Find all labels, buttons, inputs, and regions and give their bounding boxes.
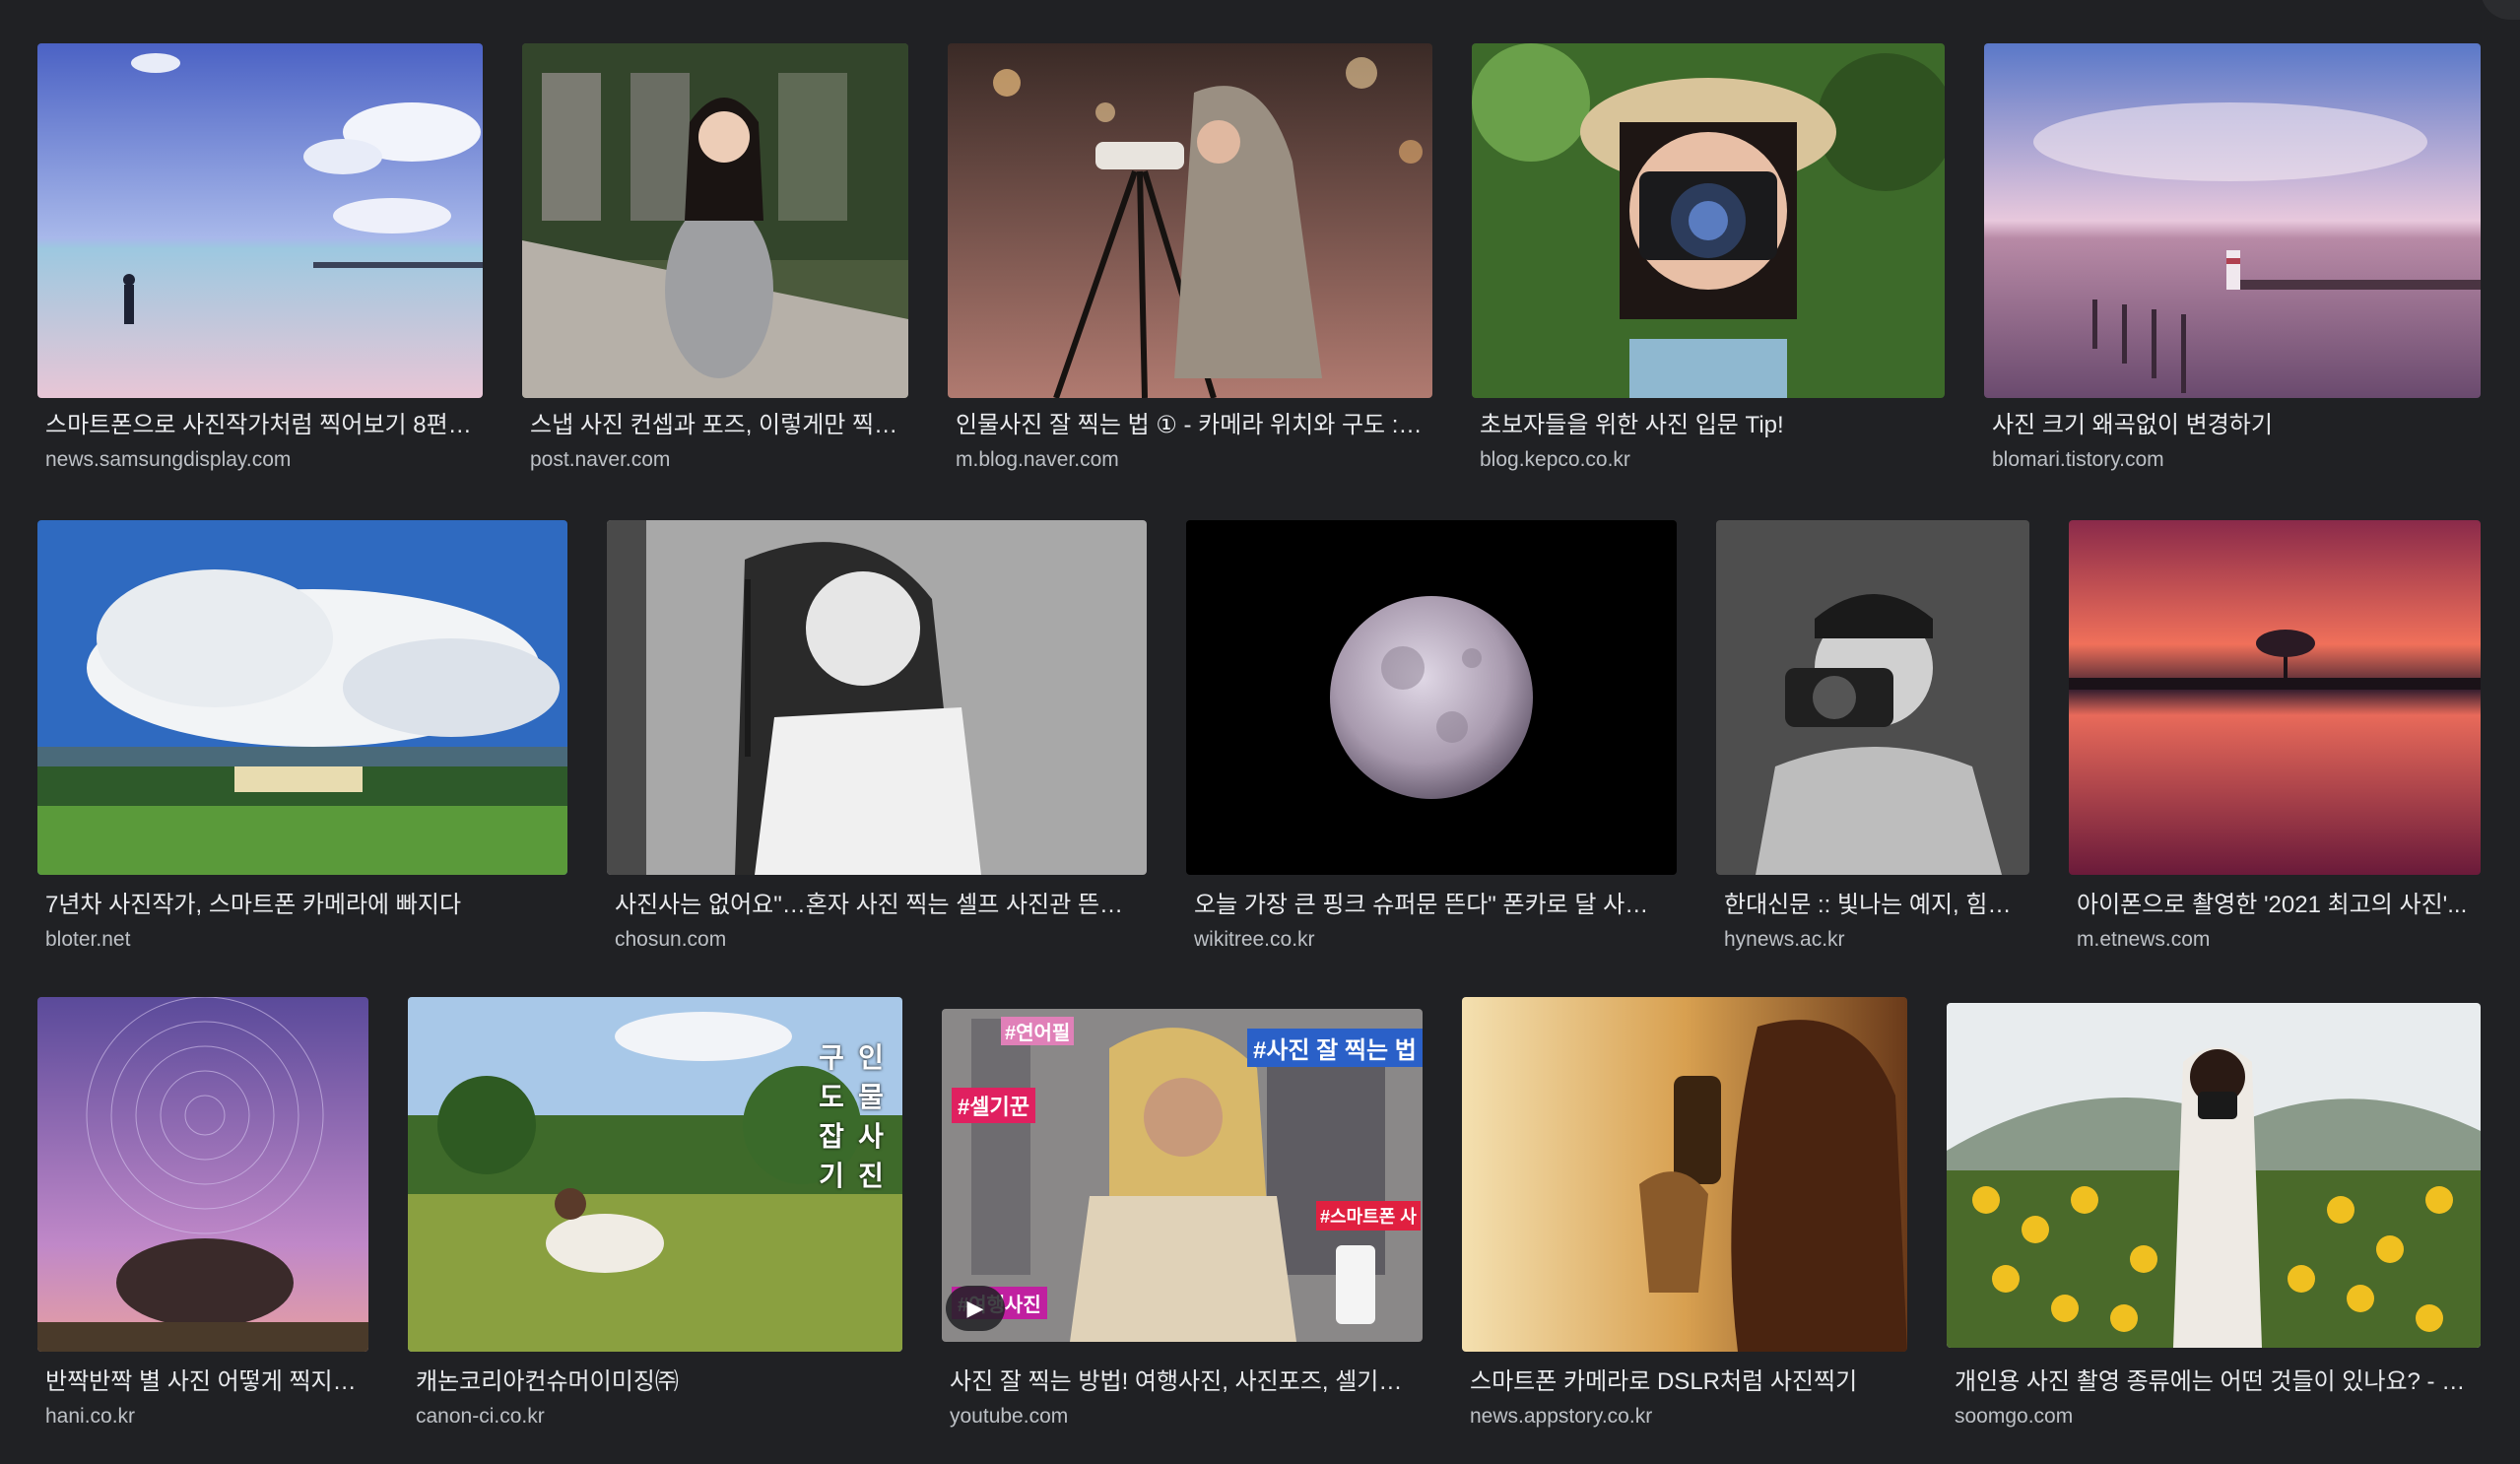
result-source[interactable]: m.blog.naver.com	[956, 447, 1425, 473]
caption-char: 사	[858, 1121, 884, 1152]
result-title[interactable]: 아이폰으로 촬영한 '2021 최고의 사진'...	[2077, 891, 2473, 920]
image-result[interactable]: 오늘 가장 큰 핑크 슈퍼문 뜬다" 폰카로 달 사진 ... wikitree…	[1186, 520, 1677, 958]
result-thumbnail[interactable]	[1947, 1003, 2481, 1348]
result-title[interactable]: 오늘 가장 큰 핑크 슈퍼문 뜬다" 폰카로 달 사진 ...	[1194, 891, 1669, 920]
image-result[interactable]: 스냅 사진 컨셉과 포즈, 이렇게만 찍으... post.naver.com	[522, 43, 908, 477]
result-thumbnail[interactable]	[37, 997, 368, 1352]
result-thumbnail[interactable]	[522, 43, 908, 398]
thumb-tag: #연어필	[1001, 1017, 1075, 1045]
image-result[interactable]: 사진사는 없어요"…혼자 사진 찍는 셀프 사진관 뜬다 - ... chosu…	[607, 520, 1147, 958]
corner-menu-shape	[2481, 0, 2520, 20]
result-thumbnail[interactable]	[1984, 43, 2481, 398]
caption-char: 구	[819, 1042, 844, 1073]
result-title[interactable]: 사진 잘 찍는 방법! 여행사진, 사진포즈, 셀기꾼, ...	[950, 1367, 1415, 1397]
result-source[interactable]: post.naver.com	[530, 447, 900, 473]
image-result[interactable]: 인물사진 잘 찍는 법 ① - 카메라 위치와 구도 : 네... m.blog…	[948, 43, 1432, 477]
play-icon[interactable]: ▶	[946, 1286, 1005, 1331]
image-result[interactable]: 인 물 사 진 구 도 잡 기 캐논코리아컨슈머이미징㈜ canon-ci.co…	[408, 997, 902, 1434]
result-title[interactable]: 캐논코리아컨슈머이미징㈜	[416, 1367, 895, 1397]
image-result[interactable]: 사진 크기 왜곡없이 변경하기 blomari.tistory.com	[1984, 43, 2481, 477]
caption-char: 기	[819, 1161, 844, 1191]
result-source[interactable]: news.appstory.co.kr	[1470, 1404, 1899, 1430]
result-thumbnail[interactable]	[1472, 43, 1945, 398]
result-source[interactable]: soomgo.com	[1955, 1404, 2473, 1430]
result-title[interactable]: 7년차 사진작가, 스마트폰 카메라에 빠지다	[45, 891, 560, 920]
image-result[interactable]: 아이폰으로 촬영한 '2021 최고의 사진'... m.etnews.com	[2069, 520, 2481, 958]
vertical-caption: 인 물 사 진 구 도 잡 기	[812, 1036, 891, 1194]
result-title[interactable]: 사진 크기 왜곡없이 변경하기	[1992, 411, 2473, 440]
caption-char: 인	[858, 1042, 884, 1073]
result-title[interactable]: 인물사진 잘 찍는 법 ① - 카메라 위치와 구도 : 네...	[956, 411, 1425, 440]
result-title[interactable]: 개인용 사진 촬영 종류에는 어떤 것들이 있나요? - 숨...	[1955, 1367, 2473, 1397]
result-title[interactable]: 반짝반짝 별 사진 어떻게 찍지? :...	[45, 1367, 361, 1397]
result-source[interactable]: blog.kepco.co.kr	[1480, 447, 1937, 473]
thumb-tag: #사진 잘 찍는 법	[1247, 1029, 1423, 1067]
image-result[interactable]: 스마트폰 카메라로 DSLR처럼 사진찍기 news.appstory.co.k…	[1462, 997, 1907, 1434]
image-result[interactable]: 반짝반짝 별 사진 어떻게 찍지? :... hani.co.kr	[37, 997, 368, 1434]
result-title[interactable]: 스마트폰으로 사진작가처럼 찍어보기 8편 –...	[45, 411, 475, 440]
result-title[interactable]: 스냅 사진 컨셉과 포즈, 이렇게만 찍으...	[530, 411, 900, 440]
result-thumbnail[interactable]	[1186, 520, 1677, 875]
result-source[interactable]: wikitree.co.kr	[1194, 927, 1669, 953]
result-title[interactable]: 초보자들을 위한 사진 입문 Tip!	[1480, 411, 1937, 440]
result-thumbnail[interactable]	[1716, 520, 2029, 875]
image-result[interactable]: 스마트폰으로 사진작가처럼 찍어보기 8편 –... news.samsungd…	[37, 43, 483, 477]
image-result[interactable]: 개인용 사진 촬영 종류에는 어떤 것들이 있나요? - 숨... soomgo…	[1947, 997, 2481, 1434]
result-thumbnail[interactable]	[2069, 520, 2481, 875]
result-source[interactable]: chosun.com	[615, 927, 1139, 953]
image-result[interactable]: #연어필 #사진 잘 찍는 법 #셀기꾼 #스마트폰 사 #여행사진 ▶ 사진 …	[942, 997, 1423, 1434]
result-thumbnail[interactable]	[1462, 997, 1907, 1352]
result-source[interactable]: m.etnews.com	[2077, 927, 2473, 953]
result-source[interactable]: hynews.ac.kr	[1724, 927, 2022, 953]
result-thumbnail[interactable]	[37, 43, 483, 398]
caption-char: 물	[858, 1082, 884, 1112]
result-title[interactable]: 사진사는 없어요"…혼자 사진 찍는 셀프 사진관 뜬다 - ...	[615, 891, 1139, 920]
caption-char: 잡	[819, 1121, 844, 1152]
result-source[interactable]: news.samsungdisplay.com	[45, 447, 475, 473]
thumb-tag: #셀기꾼	[952, 1088, 1035, 1123]
result-title[interactable]: 한대신문 :: 빛나는 예지, 힘찬 ...	[1724, 891, 2022, 920]
result-source[interactable]: youtube.com	[950, 1404, 1415, 1430]
image-result[interactable]: 초보자들을 위한 사진 입문 Tip! blog.kepco.co.kr	[1472, 43, 1945, 477]
result-source[interactable]: blomari.tistory.com	[1992, 447, 2473, 473]
result-source[interactable]: bloter.net	[45, 927, 560, 953]
thumb-tag: #스마트폰 사	[1316, 1201, 1421, 1231]
image-result[interactable]: 한대신문 :: 빛나는 예지, 힘찬 ... hynews.ac.kr	[1716, 520, 2029, 958]
caption-char: 도	[819, 1082, 844, 1112]
caption-char: 진	[858, 1161, 884, 1191]
result-thumbnail[interactable]	[607, 520, 1147, 875]
image-result[interactable]: 7년차 사진작가, 스마트폰 카메라에 빠지다 bloter.net	[37, 520, 567, 958]
result-source[interactable]: hani.co.kr	[45, 1404, 361, 1430]
result-thumbnail[interactable]	[37, 520, 567, 875]
result-thumbnail[interactable]	[948, 43, 1432, 398]
result-title[interactable]: 스마트폰 카메라로 DSLR처럼 사진찍기	[1470, 1367, 1899, 1397]
result-source[interactable]: canon-ci.co.kr	[416, 1404, 895, 1430]
result-thumbnail[interactable]: 인 물 사 진 구 도 잡 기	[408, 997, 902, 1352]
result-thumbnail[interactable]: #연어필 #사진 잘 찍는 법 #셀기꾼 #스마트폰 사 #여행사진	[942, 1009, 1423, 1342]
